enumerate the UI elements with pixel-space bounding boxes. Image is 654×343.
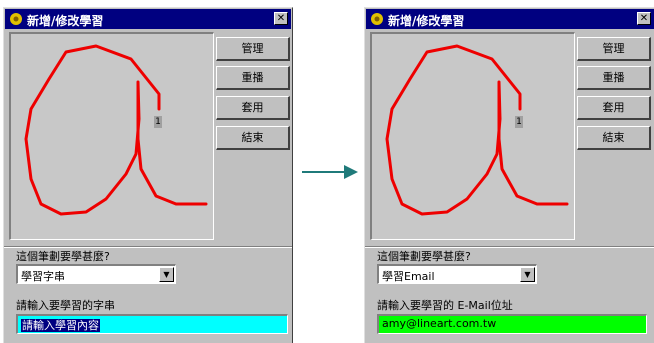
app-flower-icon <box>371 13 383 25</box>
input-prompt-label: 請輸入要學習的字串 <box>16 299 115 312</box>
stroke-canvas[interactable]: 1 <box>370 32 575 240</box>
apply-button[interactable]: 套用 <box>216 96 290 120</box>
stroke-canvas[interactable]: 1 <box>9 32 214 240</box>
drawn-stroke <box>24 44 208 216</box>
title-bar: 新增/修改學習 ✕ <box>366 9 654 29</box>
learn-what-label: 這個筆劃要學甚麼? <box>16 250 110 263</box>
learn-type-dropdown[interactable]: 學習Email ▼ <box>377 264 537 284</box>
arrow-right-icon <box>302 165 358 179</box>
finish-button[interactable]: 結束 <box>577 126 651 150</box>
apply-button[interactable]: 套用 <box>577 96 651 120</box>
window-title: 新增/修改學習 <box>27 14 104 28</box>
finish-button[interactable]: 結束 <box>216 126 290 150</box>
input-value: 請輸入學習內容 <box>21 319 100 332</box>
email-input[interactable]: amy@lineart.com.tw <box>377 314 647 334</box>
manage-button[interactable]: 管理 <box>216 37 290 61</box>
dialog-window-before: 新增/修改學習 ✕ 1 管理 重播 套用 結束 這個筆劃要學甚麼? 學習字串 ▼… <box>3 7 293 343</box>
title-bar: 新增/修改學習 ✕ <box>5 9 291 29</box>
chevron-down-icon[interactable]: ▼ <box>159 267 174 282</box>
replay-button[interactable]: 重播 <box>577 66 651 90</box>
input-prompt-label: 請輸入要學習的 E-Mail位址 <box>377 299 513 312</box>
drawn-stroke <box>385 44 569 216</box>
dropdown-value: 學習字串 <box>21 270 65 283</box>
close-button[interactable]: ✕ <box>637 12 651 25</box>
close-button[interactable]: ✕ <box>274 12 288 25</box>
learn-type-dropdown[interactable]: 學習字串 ▼ <box>16 264 176 284</box>
manage-button[interactable]: 管理 <box>577 37 651 61</box>
app-flower-icon <box>10 13 22 25</box>
chevron-down-icon[interactable]: ▼ <box>520 267 535 282</box>
dropdown-value: 學習Email <box>382 270 435 283</box>
learn-content-input[interactable]: 請輸入學習內容 <box>16 314 288 334</box>
dialog-window-after: 新增/修改學習 ✕ 1 管理 重播 套用 結束 這個筆劃要學甚麼? 學習Emai… <box>364 7 654 343</box>
learn-what-label: 這個筆劃要學甚麼? <box>377 250 471 263</box>
stroke-start-marker: 1 <box>154 116 162 128</box>
window-title: 新增/修改學習 <box>388 14 465 28</box>
replay-button[interactable]: 重播 <box>216 66 290 90</box>
input-value: amy@lineart.com.tw <box>382 317 497 330</box>
stroke-start-marker: 1 <box>515 116 523 128</box>
